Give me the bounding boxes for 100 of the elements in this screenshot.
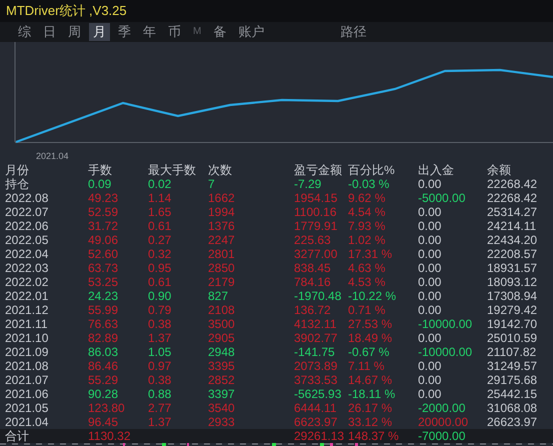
table-cell-text: 2801: [208, 247, 236, 261]
table-cell-text: -10000.00: [418, 317, 474, 331]
table-cell-text: 0.00: [418, 219, 442, 233]
tab[interactable]: 月: [89, 23, 110, 41]
table-cell-text: 1779.91: [294, 219, 338, 233]
table-cell-text: 2108: [208, 303, 236, 317]
table-cell-text: 0.02: [148, 177, 172, 191]
table-cell-text: 29261.13: [294, 429, 346, 443]
table-cell-text: 96.45: [88, 415, 120, 429]
column-header: 余额: [487, 163, 512, 177]
table-cell-text: 0.00: [418, 233, 442, 247]
table-cell-text: 3397: [208, 387, 236, 401]
table-cell-text: 76.63: [88, 317, 120, 331]
table-cell-text: 17308.94: [487, 289, 538, 303]
tab[interactable]: 周: [64, 23, 85, 41]
table-cell-text: 0.88: [148, 387, 172, 401]
table-cell-text: 9.62 %: [348, 191, 386, 205]
table-cell-text: 2021.09: [5, 345, 50, 359]
table-cell-text: 25010.59: [487, 331, 538, 345]
table-cell-text: 1.05: [148, 345, 172, 359]
table-cell-text: 3395: [208, 359, 236, 373]
table-cell-text: 0.00: [418, 373, 442, 387]
table-cell-text: 2073.89: [294, 359, 338, 373]
table-cell-text: 136.72: [294, 303, 332, 317]
table-cell-text: -5000.00: [418, 191, 466, 205]
table-cell-text: -1970.48: [294, 289, 342, 303]
table-cell-text: 2021.12: [5, 303, 50, 317]
table-cell-text: 123.80: [88, 401, 126, 415]
table-cell-text: 29175.68: [487, 373, 538, 387]
table-cell-text: 2022.06: [5, 219, 50, 233]
table-cell-text: 17.31 %: [348, 247, 394, 261]
table-cell-text: 22208.57: [487, 247, 538, 261]
table-cell-text: 86.03: [88, 345, 120, 359]
table-cell-text: 22268.42: [487, 191, 538, 205]
table-cell-text: 22434.20: [487, 233, 538, 247]
tab[interactable]: 年: [139, 23, 160, 41]
tab[interactable]: 路径: [336, 23, 370, 41]
table-cell-text: 53.25: [88, 275, 120, 289]
table-cell-text: 2852: [208, 373, 236, 387]
table-cell-text: 4.54 %: [348, 205, 386, 219]
table-cell-text: 0.00: [418, 289, 442, 303]
table-cell-text: 18.49 %: [348, 331, 394, 345]
tab[interactable]: 季: [114, 23, 135, 41]
tab[interactable]: 日: [39, 23, 60, 41]
table-cell-text: 19142.70: [487, 317, 538, 331]
table-cell-text: 0.71 %: [348, 303, 386, 317]
table-cell-text: 0.00: [418, 331, 442, 345]
table-cell-text: 20000.00: [418, 415, 470, 429]
table-cell-text: -10000.00: [418, 345, 474, 359]
table-cell-text: 2022.02: [5, 275, 50, 289]
table-cell-text: 22268.42: [487, 177, 538, 191]
table-cell-text: 3277.00: [294, 247, 338, 261]
table-cell-text: 2022.04: [5, 247, 50, 261]
table-cell-text: 0.00: [418, 387, 442, 401]
table-cell-text: 3540: [208, 401, 236, 415]
column-header: 最大手数: [148, 163, 197, 177]
table-cell-text: 25314.27: [487, 205, 538, 219]
table-cell-text: 7.93 %: [348, 219, 386, 233]
table-cell-text: 2021.05: [5, 401, 50, 415]
column-header: 盈亏金额: [294, 163, 343, 177]
column-header: 月份: [5, 163, 30, 177]
table-cell-text: 2905: [208, 331, 236, 345]
tab[interactable]: 备: [209, 23, 230, 41]
table-cell-text: 838.45: [294, 261, 332, 275]
column-header: 手数: [88, 163, 113, 177]
table-cell-text: 0.32: [148, 247, 172, 261]
table-cell-text: 3733.53: [294, 373, 338, 387]
table-cell-text: 1.65: [148, 205, 172, 219]
table-cell-text: 14.67 %: [348, 373, 394, 387]
table-cell-text: 31068.08: [487, 401, 538, 415]
table-cell-text: 7: [208, 177, 216, 191]
table-cell-text: 2021.04: [5, 415, 50, 429]
table-cell-text: 49.23: [88, 191, 120, 205]
table-cell-text: 0.61: [148, 219, 172, 233]
table-cell-text: 1662: [208, 191, 236, 205]
tab[interactable]: 币: [164, 23, 185, 41]
table-cell-text: 0.79: [148, 303, 172, 317]
table-cell-text: 2021.06: [5, 387, 50, 401]
table-cell-text: 1.37: [148, 415, 172, 429]
tab[interactable]: 综: [14, 23, 35, 41]
table-cell-text: 2247: [208, 233, 236, 247]
table-cell-text: 24214.11: [487, 219, 538, 233]
table-cell-text: 21107.82: [487, 345, 538, 359]
table-cell-text: 1954.15: [294, 191, 338, 205]
table-cell-text: 3500: [208, 317, 236, 331]
table-cell-text: 27.53 %: [348, 317, 394, 331]
table-cell-text: 31249.57: [487, 359, 538, 373]
table-cell-text: 1100.16: [294, 205, 338, 219]
table-cell-text: 2021.07: [5, 373, 50, 387]
column-header: 百分比%: [348, 163, 396, 177]
table-cell-text: 86.46: [88, 359, 120, 373]
table-cell-text: 90.28: [88, 387, 120, 401]
table-cell-text: 63.73: [88, 261, 120, 275]
table-cell-text: 0.00: [418, 303, 442, 317]
table-cell-text: 784.16: [294, 275, 332, 289]
table-cell-text: 0.95: [148, 261, 172, 275]
table-cell-text: 55.99: [88, 303, 120, 317]
table-cell-text: 148.37 %: [348, 429, 400, 443]
tab[interactable]: 账户: [234, 23, 268, 41]
table-cell-text: 26.17 %: [348, 401, 394, 415]
